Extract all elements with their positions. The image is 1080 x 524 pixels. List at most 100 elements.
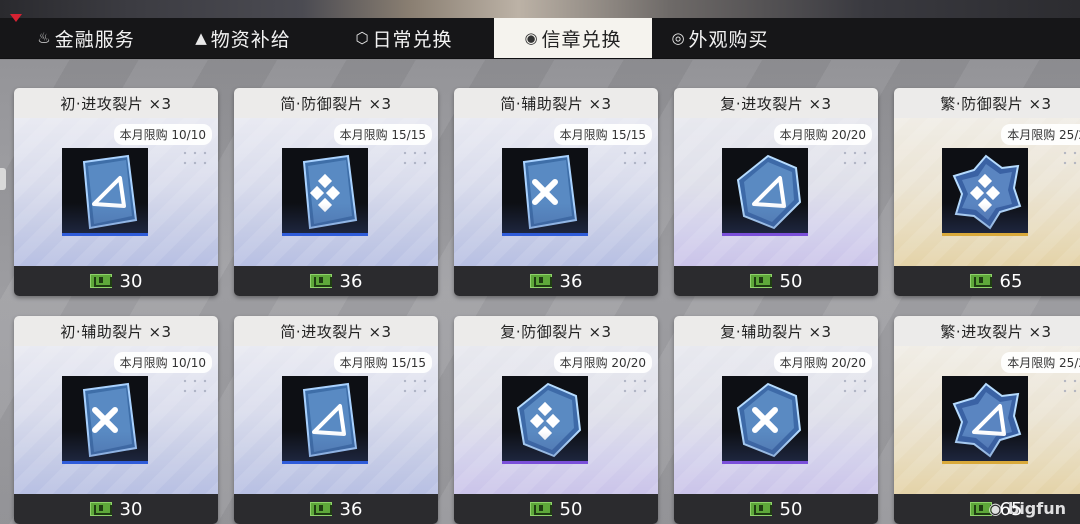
shop-item-card[interactable]: 初·进攻裂片 ×3 本月限购 10/10 30 [14, 88, 218, 296]
purchase-limit-badge: 本月限购 10/10 [113, 352, 212, 373]
badge-icon: ◉ [524, 29, 539, 47]
price-bar: 36 [234, 494, 438, 524]
item-preview: 本月限购 10/10 [14, 346, 218, 494]
purchase-limit-badge: 本月限购 25/2 [1001, 352, 1080, 373]
limit-value: 20/20 [831, 128, 866, 142]
price-bar: 36 [454, 266, 658, 296]
badge-currency-icon [89, 274, 112, 288]
limit-value: 25/2 [1059, 128, 1080, 142]
purchase-limit-badge: 本月限购 20/20 [553, 352, 652, 373]
shard-item-icon [722, 376, 808, 464]
item-preview: 本月限购 10/10 [14, 118, 218, 266]
price-value: 36 [339, 498, 363, 520]
limit-prefix: 本月限购 [119, 128, 168, 142]
limit-prefix: 本月限购 [1007, 356, 1056, 370]
badge-currency-icon [529, 274, 552, 288]
decor-dots [180, 376, 210, 396]
decor-dots [840, 376, 870, 396]
flame-icon: ♨ [37, 29, 52, 47]
badge-currency-icon [529, 502, 552, 516]
shop-item-card[interactable]: 初·辅助裂片 ×3 本月限购 10/10 30 [14, 316, 218, 524]
shop-item-card[interactable]: 复·辅助裂片 ×3 本月限购 20/20 50 [674, 316, 878, 524]
item-preview: 本月限购 20/20 [674, 346, 878, 494]
watermark-logo: ◉ bigfun [988, 499, 1066, 518]
tab-appearance-purchase[interactable]: ◎ 外观购买 [652, 18, 788, 58]
price-bar: 50 [674, 494, 878, 524]
tab-badge-exchange[interactable]: ◉ 信章兑换 [494, 18, 652, 58]
badge-currency-icon [749, 502, 772, 516]
shop-item-card[interactable]: 繁·进攻裂片 ×3本月限购 25/265 [894, 316, 1080, 524]
purchase-limit-badge: 本月限购 25/2 [1001, 124, 1080, 145]
price-value: 50 [559, 498, 583, 520]
shop-tab-bar: ♨ 金融服务 ▲ 物资补给 ⬡ 日常兑换 ◉ 信章兑换 ◎ 外观购买 [0, 14, 1080, 59]
purchase-limit-badge: 本月限购 10/10 [113, 124, 212, 145]
item-preview: 本月限购 25/2 [894, 118, 1080, 266]
item-title: 繁·防御裂片 ×3 [894, 88, 1080, 118]
tab-finance-service[interactable]: ♨ 金融服务 [0, 14, 172, 58]
decor-dots [1060, 376, 1080, 396]
limit-prefix: 本月限购 [119, 356, 168, 370]
shard-item-icon [62, 148, 148, 236]
decor-dots [620, 376, 650, 396]
badge-currency-icon [749, 274, 772, 288]
shop-item-card[interactable]: 简·防御裂片 ×3 本月限购 15/15 36 [234, 88, 438, 296]
decor-dots [400, 148, 430, 168]
price-bar: 50 [674, 266, 878, 296]
purchase-limit-badge: 本月限购 20/20 [773, 352, 872, 373]
shop-item-card[interactable]: 简·辅助裂片 ×3 本月限购 15/15 36 [454, 88, 658, 296]
limit-prefix: 本月限购 [339, 128, 388, 142]
limit-value: 25/2 [1059, 356, 1080, 370]
notification-marker-icon [10, 14, 22, 22]
badge-currency-icon [309, 502, 332, 516]
price-bar: 30 [14, 494, 218, 524]
tab-supply[interactable]: ▲ 物资补给 [172, 18, 314, 58]
item-preview: 本月限购 15/15 [234, 118, 438, 266]
item-title: 初·辅助裂片 ×3 [14, 316, 218, 346]
limit-prefix: 本月限购 [559, 128, 608, 142]
limit-value: 15/15 [391, 128, 426, 142]
shard-item-icon [62, 376, 148, 464]
item-title: 复·进攻裂片 ×3 [674, 88, 878, 118]
shop-item-card[interactable]: 简·进攻裂片 ×3 本月限购 15/15 36 [234, 316, 438, 524]
price-bar: 30 [14, 266, 218, 296]
cube-icon: ⬡ [355, 29, 370, 47]
side-handle[interactable] [0, 168, 6, 190]
price-bar: 50 [454, 494, 658, 524]
palette-icon: ◎ [671, 29, 686, 47]
shard-item-icon [282, 376, 368, 464]
price-value: 36 [339, 270, 363, 292]
price-bar: 65 [894, 266, 1080, 296]
price-bar: 36 [234, 266, 438, 296]
item-title: 复·辅助裂片 ×3 [674, 316, 878, 346]
purchase-limit-badge: 本月限购 15/15 [333, 352, 432, 373]
limit-value: 20/20 [611, 356, 646, 370]
decor-dots [180, 148, 210, 168]
decor-dots [400, 376, 430, 396]
shop-item-card[interactable]: 复·防御裂片 ×3 本月限购 20/20 50 [454, 316, 658, 524]
item-preview: 本月限购 20/20 [674, 118, 878, 266]
item-preview: 本月限购 15/15 [454, 118, 658, 266]
price-value: 30 [119, 498, 143, 520]
item-title: 简·进攻裂片 ×3 [234, 316, 438, 346]
item-preview: 本月限购 20/20 [454, 346, 658, 494]
item-preview: 本月限购 15/15 [234, 346, 438, 494]
limit-value: 15/15 [391, 356, 426, 370]
shop-item-card[interactable]: 复·进攻裂片 ×3 本月限购 20/20 50 [674, 88, 878, 296]
item-preview: 本月限购 25/2 [894, 346, 1080, 494]
tab-daily-exchange[interactable]: ⬡ 日常兑换 [314, 18, 494, 58]
price-value: 65 [999, 270, 1023, 292]
badge-currency-icon [969, 274, 992, 288]
shard-item-icon [722, 148, 808, 236]
decor-dots [1060, 148, 1080, 168]
limit-value: 10/10 [171, 356, 206, 370]
shop-item-card[interactable]: 繁·防御裂片 ×3 本月限购 25/2 65 [894, 88, 1080, 296]
purchase-limit-badge: 本月限购 15/15 [553, 124, 652, 145]
badge-currency-icon [89, 502, 112, 516]
decor-dots [840, 148, 870, 168]
header-banner-art [0, 0, 1080, 18]
limit-value: 20/20 [831, 356, 866, 370]
price-value: 30 [119, 270, 143, 292]
shard-item-icon [282, 148, 368, 236]
purchase-limit-badge: 本月限购 15/15 [333, 124, 432, 145]
shard-item-icon [502, 376, 588, 464]
